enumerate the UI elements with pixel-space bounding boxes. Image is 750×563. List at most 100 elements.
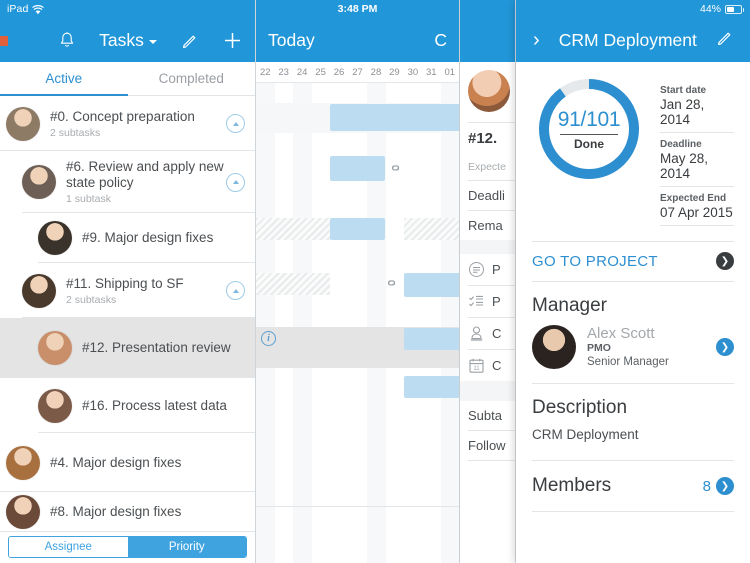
chevron-up-icon[interactable] [226, 172, 245, 192]
tab-completed[interactable]: Completed [128, 62, 256, 95]
tab-active[interactable]: Active [0, 62, 128, 95]
section-spacer [460, 240, 515, 254]
task-avatar [38, 221, 72, 255]
sort-segmented-control[interactable]: Assignee Priority [8, 536, 247, 558]
arrow-right-icon[interactable]: ❯ [716, 252, 734, 270]
task-detail-row-label: P [492, 294, 501, 309]
divider [468, 460, 515, 461]
chevron-right-icon[interactable]: › [533, 29, 540, 52]
task-text: #16. Process latest data [72, 398, 245, 414]
task-detail-subtasks-label[interactable]: Subta [460, 401, 515, 430]
gantt-bar[interactable] [404, 273, 459, 297]
progress-ring-center: 91/101 Done [536, 76, 642, 182]
segment-priority-label: Priority [168, 541, 205, 553]
pencil-edit-icon[interactable] [716, 29, 733, 51]
task-detail-panel: #12. Expecte Deadli Rema P P C 11 C Subt… [460, 0, 516, 563]
link-chain-icon[interactable] [384, 159, 405, 180]
project-date-item: Start date Jan 28, 2014 [660, 84, 734, 133]
status-bar-detail [460, 0, 515, 18]
arrow-right-icon[interactable]: ❯ [716, 477, 734, 495]
task-text: #8. Major design fixes [40, 504, 245, 520]
task-title: #9. Major design fixes [82, 230, 214, 245]
task-avatar [22, 165, 56, 199]
go-to-project-row[interactable]: GO TO PROJECT ❯ [532, 241, 734, 282]
gantt-date-cell: 29 [389, 66, 400, 78]
task-list-title: Tasks [99, 29, 144, 50]
battery-percent-label: 44% [699, 3, 721, 15]
gantt-date-header: 22 23 24 25 26 27 28 29 30 31 01 [256, 62, 459, 83]
gantt-column-shade [367, 83, 386, 563]
task-row[interactable]: #16. Process latest data [0, 378, 255, 433]
task-rows-container[interactable]: #0. Concept preparation 2 subtasks #6. Rev… [0, 96, 255, 563]
task-list-navbar: Tasks [0, 18, 255, 62]
gantt-date-cell: 25 [315, 66, 326, 78]
manager-role: PMO [587, 342, 611, 354]
segment-priority[interactable]: Priority [127, 537, 246, 557]
gantt-body[interactable]: i [256, 83, 459, 563]
members-heading: Members [532, 475, 612, 496]
hamburger-menu-icon[interactable] [13, 33, 34, 48]
gantt-date-cell: 26 [333, 66, 345, 78]
task-row[interactable]: #8. Major design fixes [0, 492, 255, 532]
members-row[interactable]: Members 8 ❯ [532, 461, 734, 512]
tab-completed-label: Completed [158, 71, 224, 86]
info-circle-icon[interactable]: i [261, 331, 276, 346]
manager-heading: Manager [532, 295, 607, 316]
gantt-date-cell: 31 [426, 66, 437, 78]
plus-add-icon[interactable] [223, 31, 242, 50]
gantt-date-cell: 27 [352, 66, 363, 78]
status-time: 3:48 PM [337, 3, 378, 15]
task-avatar [6, 106, 40, 141]
task-text: #0. Concept preparation 2 subtasks [40, 109, 226, 139]
task-row[interactable]: #9. Major design fixes [0, 213, 255, 263]
segment-assignee[interactable]: Assignee [9, 537, 128, 557]
gantt-column-shade [256, 83, 275, 563]
manager-info: Alex Scott PMO Senior Manager [587, 325, 705, 369]
task-avatar [38, 388, 72, 423]
task-detail-row-date[interactable]: 11 C [460, 350, 515, 381]
project-body: 91/101 Done Start date Jan 28, 2014 Deadli… [516, 62, 750, 563]
task-detail-row-checklist[interactable]: P [460, 286, 515, 317]
task-avatar [6, 495, 40, 529]
chevron-up-icon[interactable] [226, 114, 245, 133]
task-title: #4. Major design fixes [50, 454, 182, 470]
segment-assignee-label: Assignee [44, 541, 92, 553]
gantt-navbar: Today C [256, 18, 459, 62]
arrow-right-icon[interactable]: ❯ [716, 338, 734, 356]
description-text: CRM Deployment [532, 427, 734, 461]
task-row[interactable]: #0. Concept preparation 2 subtasks [0, 96, 255, 151]
task-list-tabs: Active Completed [0, 62, 255, 96]
task-row[interactable]: #4. Major design fixes [0, 433, 255, 492]
project-date-label: Start date [660, 85, 707, 96]
project-date-label: Deadline [660, 139, 702, 150]
pencil-edit-icon[interactable] [181, 32, 198, 49]
task-row[interactable]: #6. Review and apply new state policy 1 s… [0, 151, 255, 213]
task-text: #4. Major design fixes [40, 455, 245, 471]
manager-avatar [532, 325, 576, 369]
gantt-bar[interactable] [404, 328, 459, 350]
status-bar-right: 44% [516, 0, 750, 18]
task-text: #9. Major design fixes [72, 230, 245, 246]
gantt-bar[interactable] [330, 218, 385, 240]
task-row-divider [0, 531, 255, 532]
members-count: 8 [702, 477, 711, 495]
task-row[interactable]: #11. Shipping to SF 2 subtasks [0, 263, 255, 318]
task-list-title-button[interactable]: Tasks [99, 30, 157, 51]
gantt-right-label: C [434, 29, 447, 50]
gantt-bar[interactable] [404, 376, 459, 398]
task-text: #11. Shipping to SF 2 subtasks [56, 276, 226, 306]
calendar-icon: 11 [468, 357, 485, 374]
notification-bell-icon[interactable] [59, 31, 75, 49]
task-detail-row-assignee[interactable]: C [460, 318, 515, 349]
project-title: CRM Deployment [558, 29, 697, 50]
manager-row[interactable]: Alex Scott PMO Senior Manager ❯ [532, 325, 734, 384]
task-row[interactable]: #12. Presentation review [0, 318, 255, 378]
task-list-panel: iPad Tasks Active Completed #0. Concept … [0, 0, 256, 563]
gantt-bar[interactable] [330, 104, 459, 131]
task-detail-row-label: C [492, 326, 502, 341]
manager-role-secondary: Senior Manager [587, 356, 669, 368]
chevron-up-icon[interactable] [226, 281, 245, 300]
task-detail-followers-label[interactable]: Follow [460, 431, 515, 460]
gantt-bar[interactable] [330, 156, 385, 181]
task-detail-row-description[interactable]: P [460, 254, 515, 285]
